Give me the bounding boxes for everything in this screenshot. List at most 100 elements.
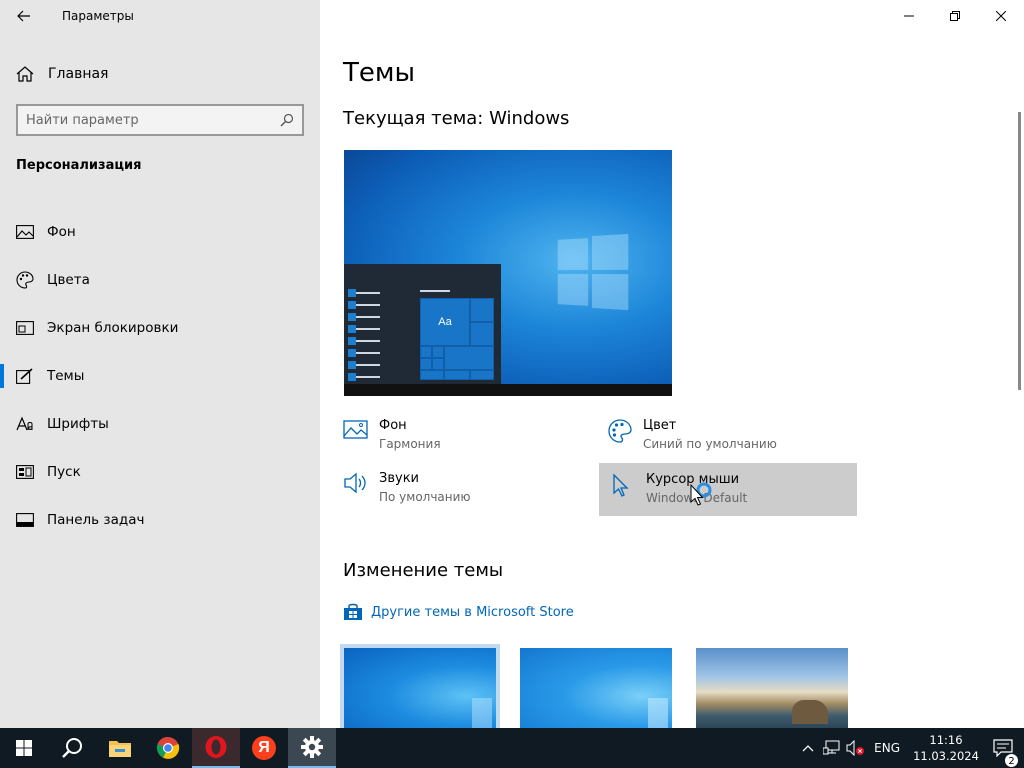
clock-time: 11:16 [929,733,963,747]
show-hidden-icons-button[interactable] [796,744,820,752]
volume-button[interactable] [844,740,868,756]
notification-badge: 2 [1004,753,1019,768]
back-button[interactable] [0,0,48,32]
sounds-title: Звуки [379,471,419,486]
preview-taskbar [344,384,672,396]
app-title: Параметры [62,9,134,23]
font-icon [16,415,34,433]
sounds-setting[interactable]: Звуки По умолчанию [343,471,471,504]
sidebar-item-label: Темы [47,368,85,384]
page-title: Темы [343,58,416,88]
sidebar: Параметры Главная Персонализация Фон Цве… [0,0,320,728]
theme-thumbnail-windows[interactable] [340,644,500,732]
background-title: Фон [379,418,407,433]
store-icon [344,603,362,620]
lock-screen-icon [16,319,34,337]
clock-date: 11.03.2024 [913,749,979,763]
windows-start-icon [16,740,32,756]
search-box[interactable] [16,104,304,136]
brush-icon [16,367,34,385]
sidebar-item-colors[interactable]: Цвета [0,256,320,304]
mouse-pointer-icon [690,482,712,506]
title-bar: Параметры [0,0,320,32]
sidebar-item-label: Цвета [47,272,90,288]
taskbar: Я ENG 11:16 11.03.2024 2 [0,728,1024,768]
current-theme-heading: Текущая тема: Windows [343,108,570,129]
home-label: Главная [48,66,109,82]
color-value: Синий по умолчанию [643,437,777,451]
color-title: Цвет [643,418,677,433]
yandex-button[interactable]: Я [240,728,288,768]
sounds-value: По умолчанию [379,490,471,504]
restore-button[interactable] [932,0,978,32]
sidebar-item-label: Шрифты [47,416,109,432]
minimize-button[interactable] [886,0,932,32]
sidebar-item-label: Пуск [47,464,81,480]
network-icon [823,740,840,755]
change-theme-heading: Изменение темы [343,560,504,581]
language-indicator[interactable]: ENG [874,741,900,755]
close-button[interactable] [978,0,1024,32]
search-icon [62,738,82,758]
search-icon [280,113,294,127]
settings-icon [301,736,323,758]
theme-thumbnail-landscape[interactable] [696,648,848,728]
sidebar-item-background[interactable]: Фон [0,208,320,256]
action-center-button[interactable]: 2 [982,739,1024,768]
network-button[interactable] [820,740,844,756]
sidebar-item-fonts[interactable]: Шрифты [0,400,320,448]
window-controls [886,0,1024,32]
theme-preview: Aa [344,150,672,396]
speaker-icon [343,471,371,504]
theme-thumbnail-windows-light[interactable] [520,648,672,728]
sidebar-item-label: Экран блокировки [47,320,179,336]
windows-logo-wallpaper [557,233,629,311]
sidebar-item-taskbar[interactable]: Панель задач [0,496,320,544]
back-arrow-icon [17,10,30,22]
opera-button[interactable] [192,728,240,768]
home-icon [16,66,34,82]
start-icon [16,463,34,481]
palette-icon [607,418,635,451]
preview-tile-label: Aa [420,298,470,346]
system-tray: ENG 11:16 11.03.2024 2 [796,728,1024,768]
picture-icon [343,418,371,451]
sidebar-item-start[interactable]: Пуск [0,448,320,496]
scrollbar[interactable] [1018,112,1021,390]
opera-icon [205,736,227,758]
settings-window: Параметры Главная Персонализация Фон Цве… [0,0,1024,768]
restore-icon [950,11,960,21]
volume-muted-icon [846,740,865,756]
sidebar-item-themes[interactable]: Темы [0,352,320,400]
close-icon [996,11,1006,21]
sidebar-item-lock-screen[interactable]: Экран блокировки [0,304,320,352]
file-explorer-icon [109,741,131,757]
search-input[interactable] [26,112,280,128]
picture-icon [16,223,34,241]
store-link-label: Другие темы в Microsoft Store [371,604,574,620]
clock[interactable]: 11:16 11.03.2024 [910,732,982,764]
chrome-button[interactable] [144,728,192,768]
file-explorer-button[interactable] [96,728,144,768]
search-button[interactable] [48,728,96,768]
sidebar-item-label: Фон [47,224,76,240]
main-content: Темы Текущая тема: Windows Aa Фон Гармон… [320,0,1024,732]
microsoft-store-link[interactable]: Другие темы в Microsoft Store [343,603,574,621]
chevron-up-icon [802,745,814,752]
palette-icon [16,271,34,289]
start-button[interactable] [0,728,48,768]
taskbar-icon [16,511,34,529]
settings-taskbar-button[interactable] [288,728,336,768]
sidebar-nav: Фон Цвета Экран блокировки Темы Шрифты П… [0,208,320,544]
home-link[interactable]: Главная [16,62,108,86]
cursor-setting[interactable]: Курсор мыши Windows Default [610,472,747,505]
yandex-icon: Я [252,736,276,760]
color-setting[interactable]: Цвет Синий по умолчанию [607,418,777,451]
preview-start-menu: Aa [344,264,501,384]
background-setting[interactable]: Фон Гармония [343,418,441,451]
section-heading: Персонализация [16,158,142,173]
background-value: Гармония [379,437,441,451]
cursor-icon [610,472,638,505]
minimize-icon [904,15,914,17]
chrome-icon [156,736,180,759]
